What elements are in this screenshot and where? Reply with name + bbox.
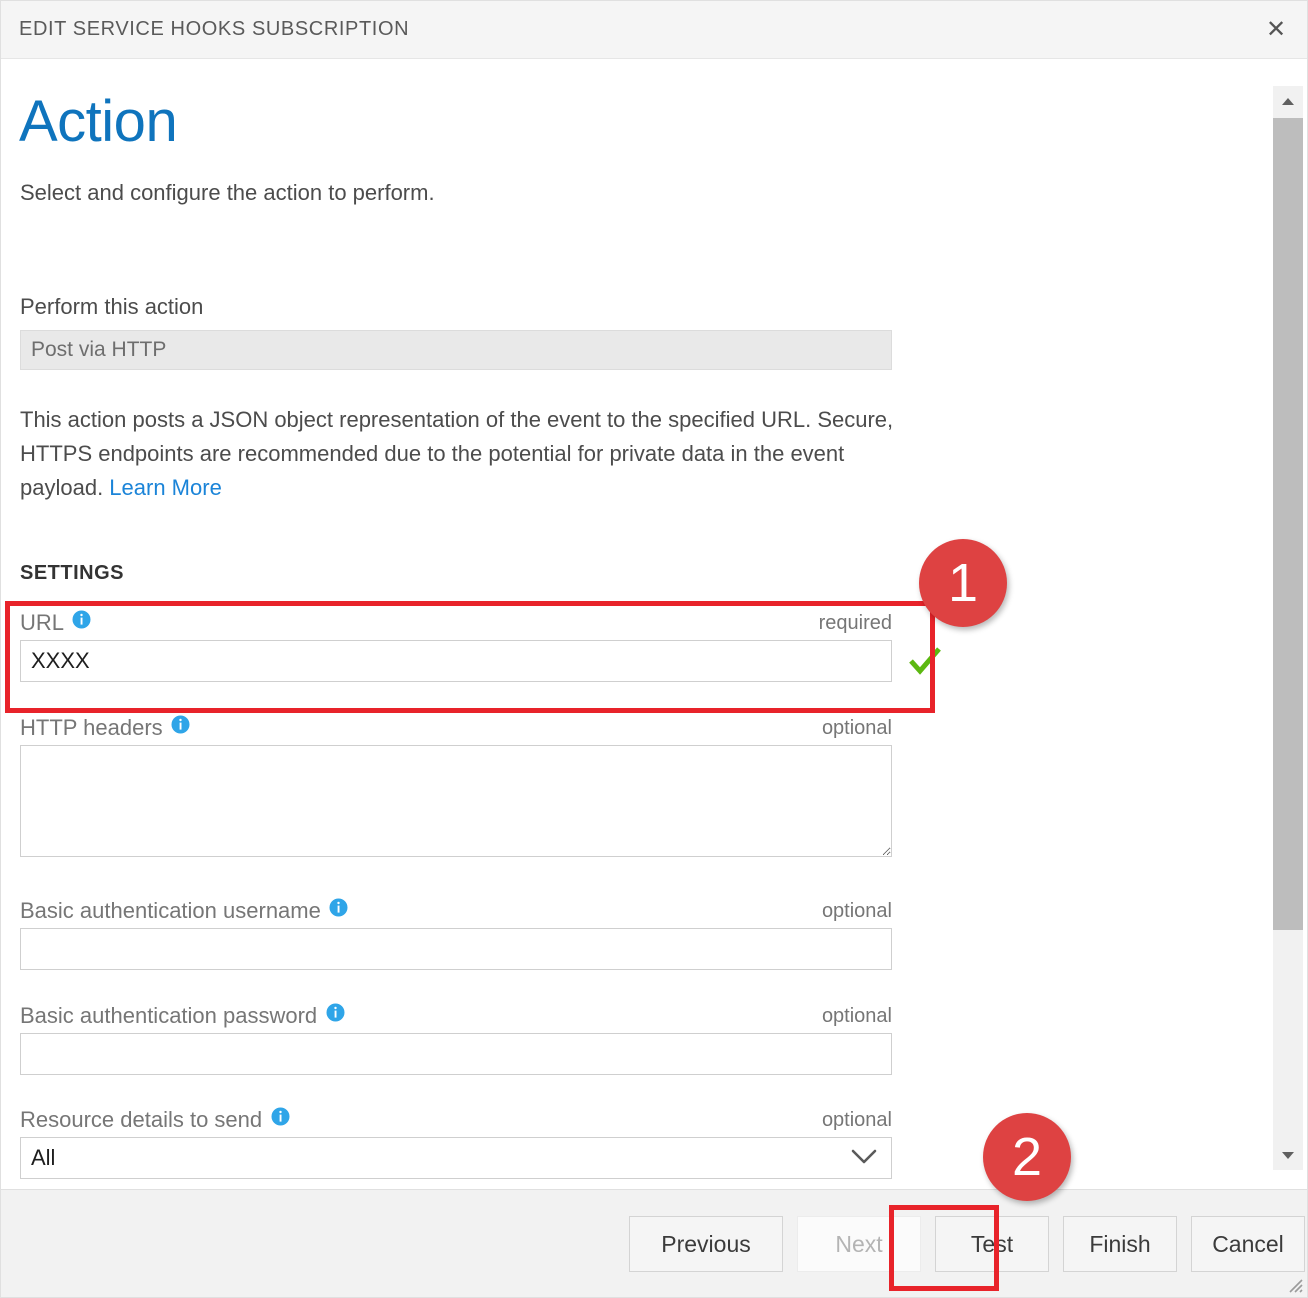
next-button: Next xyxy=(797,1216,921,1272)
field-url: URL required xyxy=(20,610,892,682)
field-http-headers: HTTP headers optional xyxy=(20,715,892,857)
close-icon[interactable]: ✕ xyxy=(1261,15,1291,45)
page-title: Action xyxy=(19,93,177,151)
field-resource-details: Resource details to send optional All xyxy=(20,1107,892,1179)
previous-button[interactable]: Previous xyxy=(629,1216,783,1272)
field-basic-auth-password-labelrow: Basic authentication password optional xyxy=(20,1003,892,1033)
http-headers-textarea[interactable] xyxy=(20,745,892,857)
field-resource-details-label: Resource details to send xyxy=(20,1107,262,1133)
field-basic-auth-password-label: Basic authentication password xyxy=(20,1003,317,1029)
info-icon[interactable] xyxy=(171,715,190,734)
settings-section-header: SETTINGS xyxy=(20,562,124,585)
field-resource-details-requirement: optional xyxy=(822,1109,892,1132)
info-icon[interactable] xyxy=(326,1003,345,1022)
chevron-down-icon xyxy=(851,1148,877,1171)
resize-grip-icon[interactable] xyxy=(1283,1273,1303,1293)
field-basic-auth-username: Basic authentication username optional xyxy=(20,898,892,970)
annotation-badge-1: 1 xyxy=(919,539,1007,627)
basic-auth-username-input[interactable] xyxy=(20,928,892,970)
dialog-title: EDIT SERVICE HOOKS SUBSCRIPTION xyxy=(19,18,409,41)
field-http-headers-label: HTTP headers xyxy=(20,715,163,741)
cancel-button[interactable]: Cancel xyxy=(1191,1216,1305,1272)
perform-action-label: Perform this action xyxy=(20,294,203,320)
learn-more-link[interactable]: Learn More xyxy=(109,475,222,500)
info-icon[interactable] xyxy=(72,610,91,629)
field-basic-auth-username-requirement: optional xyxy=(822,900,892,923)
field-basic-auth-password-requirement: optional xyxy=(822,1005,892,1028)
field-basic-auth-username-labelrow: Basic authentication username optional xyxy=(20,898,892,928)
edit-service-hooks-subscription-dialog: EDIT SERVICE HOOKS SUBSCRIPTION ✕ Action… xyxy=(0,0,1308,1298)
field-basic-auth-password: Basic authentication password optional xyxy=(20,1003,892,1075)
content-scrollbar[interactable] xyxy=(1263,60,1307,1190)
annotation-badge-2: 2 xyxy=(983,1113,1071,1201)
info-icon[interactable] xyxy=(271,1107,290,1126)
test-button[interactable]: Test xyxy=(935,1216,1049,1272)
field-basic-auth-username-label: Basic authentication username xyxy=(20,898,321,924)
finish-button[interactable]: Finish xyxy=(1063,1216,1177,1272)
resource-details-value: All xyxy=(31,1145,55,1171)
info-icon[interactable] xyxy=(329,898,348,917)
scroll-up-arrow-icon[interactable] xyxy=(1273,86,1303,116)
field-url-requirement: required xyxy=(819,612,892,635)
action-description: This action posts a JSON object represen… xyxy=(20,403,905,505)
resource-details-select[interactable]: All xyxy=(20,1137,892,1179)
field-url-labelrow: URL required xyxy=(20,610,892,640)
basic-auth-password-input[interactable] xyxy=(20,1033,892,1075)
page-subtitle: Select and configure the action to perfo… xyxy=(20,180,435,206)
dialog-titlebar: EDIT SERVICE HOOKS SUBSCRIPTION ✕ xyxy=(1,1,1308,59)
field-resource-details-labelrow: Resource details to send optional xyxy=(20,1107,892,1137)
field-url-label: URL xyxy=(20,610,64,636)
scrollbar-thumb[interactable] xyxy=(1273,118,1303,930)
scroll-down-arrow-icon[interactable] xyxy=(1273,1140,1303,1170)
dialog-content: Action Select and configure the action t… xyxy=(1,60,1257,1190)
url-input[interactable] xyxy=(20,640,892,682)
dialog-footer: Previous Next Test Finish Cancel xyxy=(1,1189,1308,1297)
field-http-headers-labelrow: HTTP headers optional xyxy=(20,715,892,745)
perform-action-value: Post via HTTP xyxy=(20,330,892,370)
checkmark-icon xyxy=(908,646,942,681)
field-http-headers-requirement: optional xyxy=(822,717,892,740)
